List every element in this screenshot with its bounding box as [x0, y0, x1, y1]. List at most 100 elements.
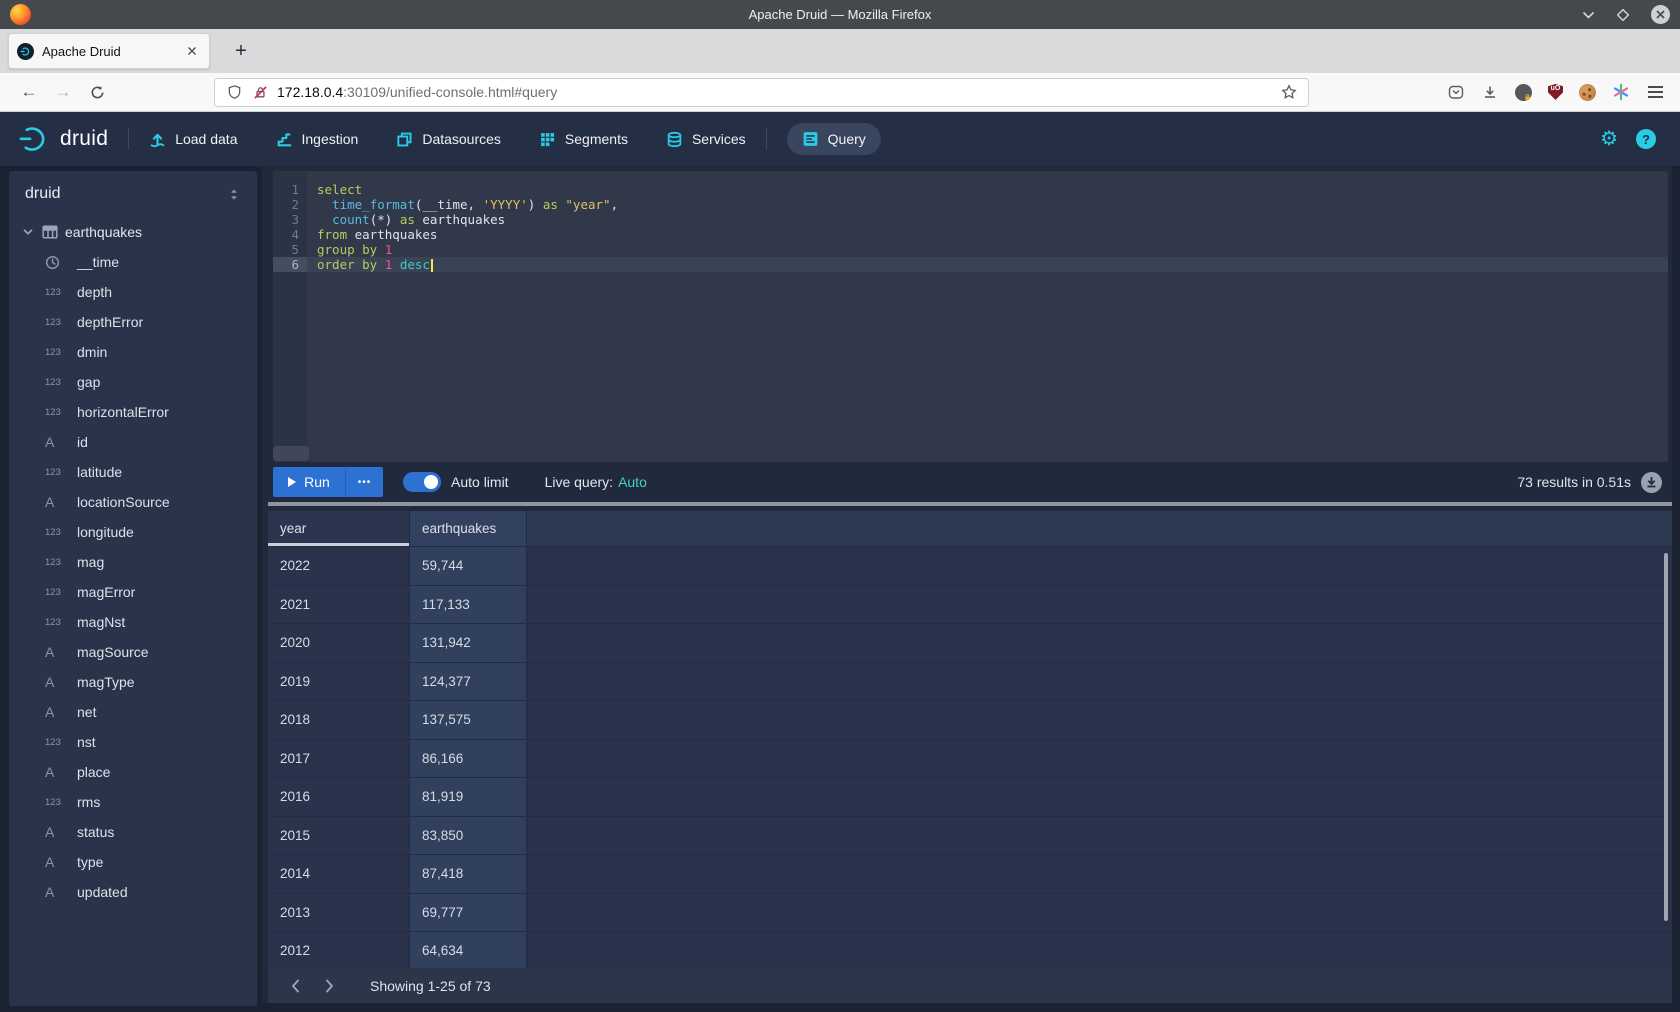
cell-year[interactable]: 2018 [268, 701, 410, 740]
sidebar-column-updated[interactable]: Aupdated [9, 877, 257, 907]
column-header-earthquakes[interactable]: earthquakes [410, 511, 527, 547]
url-bar[interactable]: 172.18.0.4:30109/unified-console.html#qu… [214, 78, 1309, 107]
table-row[interactable]: 2019124,377 [268, 663, 1672, 702]
cell-year[interactable]: 2020 [268, 624, 410, 663]
cell-year[interactable]: 2016 [268, 778, 410, 817]
extension-ublock-icon[interactable]: uO [1548, 84, 1563, 100]
sort-carets-icon[interactable] [227, 187, 241, 202]
nav-load-data[interactable]: Load data [149, 131, 237, 148]
table-row[interactable]: 2020131,942 [268, 624, 1672, 663]
cell-earthquakes[interactable]: 64,634 [410, 932, 527, 968]
results-splitter[interactable] [268, 502, 1672, 506]
cell-earthquakes[interactable]: 131,942 [410, 624, 527, 663]
tracking-shield-icon[interactable] [225, 83, 243, 101]
next-page-icon[interactable] [312, 968, 346, 1003]
nav-query-active[interactable]: Query [787, 123, 881, 155]
cell-earthquakes[interactable]: 59,744 [410, 547, 527, 586]
nav-segments[interactable]: Segments [539, 131, 628, 148]
minimize-button[interactable] [1582, 11, 1595, 19]
sidebar-column-mag[interactable]: 123mag [9, 547, 257, 577]
schema-selector[interactable]: druid [9, 171, 257, 217]
sidebar-table-earthquakes[interactable]: earthquakes [9, 217, 257, 247]
run-more-button[interactable]: ••• [345, 467, 383, 497]
tab-close-icon[interactable] [183, 44, 201, 58]
cell-year[interactable]: 2015 [268, 817, 410, 856]
sidebar-column-depth[interactable]: 123depth [9, 277, 257, 307]
sidebar-column-longitude[interactable]: 123longitude [9, 517, 257, 547]
cell-earthquakes[interactable]: 124,377 [410, 663, 527, 702]
editor-scrollbar-thumb[interactable] [273, 446, 309, 461]
druid-brand[interactable]: druid [18, 126, 108, 152]
table-row[interactable]: 201369,777 [268, 894, 1672, 933]
cell-year[interactable]: 2022 [268, 547, 410, 586]
new-tab-button[interactable]: + [226, 36, 256, 66]
cell-earthquakes[interactable]: 87,418 [410, 855, 527, 894]
sidebar-column-nst[interactable]: 123nst [9, 727, 257, 757]
sidebar-column-magError[interactable]: 123magError [9, 577, 257, 607]
sidebar-column-id[interactable]: Aid [9, 427, 257, 457]
extension-cookie-icon[interactable] [1579, 84, 1596, 101]
prev-page-icon[interactable] [278, 968, 312, 1003]
sidebar-column-dmin[interactable]: 123dmin [9, 337, 257, 367]
browser-tab[interactable]: Apache Druid [8, 33, 210, 69]
column-header-year[interactable]: year [268, 511, 410, 547]
cell-earthquakes[interactable]: 86,166 [410, 740, 527, 779]
cell-year[interactable]: 2013 [268, 894, 410, 933]
cell-year[interactable]: 2012 [268, 932, 410, 968]
help-icon[interactable]: ? [1636, 129, 1656, 149]
cell-year[interactable]: 2019 [268, 663, 410, 702]
chevron-down-icon[interactable] [21, 225, 35, 239]
cell-earthquakes[interactable]: 117,133 [410, 586, 527, 625]
sidebar-column-magType[interactable]: AmagType [9, 667, 257, 697]
table-row[interactable]: 2021117,133 [268, 586, 1672, 625]
sql-editor[interactable]: 123456 select time_format(__time, 'YYYY'… [273, 171, 1668, 462]
back-icon[interactable]: ← [14, 77, 44, 107]
nav-services[interactable]: Services [666, 131, 746, 148]
sidebar-column-type[interactable]: Atype [9, 847, 257, 877]
sidebar-column-status[interactable]: Astatus [9, 817, 257, 847]
nav-ingestion[interactable]: Ingestion [276, 131, 359, 148]
bookmark-star-icon[interactable] [1280, 83, 1298, 101]
sidebar-column-rms[interactable]: 123rms [9, 787, 257, 817]
reload-icon[interactable] [82, 77, 112, 107]
cell-earthquakes[interactable]: 81,919 [410, 778, 527, 817]
cell-earthquakes[interactable]: 137,575 [410, 701, 527, 740]
live-query-value[interactable]: Auto [618, 474, 647, 490]
cell-year[interactable]: 2014 [268, 855, 410, 894]
cell-year[interactable]: 2021 [268, 586, 410, 625]
sidebar-column-magNst[interactable]: 123magNst [9, 607, 257, 637]
cell-earthquakes[interactable]: 83,850 [410, 817, 527, 856]
cell-year[interactable]: 2017 [268, 740, 410, 779]
table-row[interactable]: 201681,919 [268, 778, 1672, 817]
run-button[interactable]: Run [273, 467, 345, 497]
table-row[interactable]: 201583,850 [268, 817, 1672, 856]
close-button[interactable] [1651, 5, 1670, 24]
table-row[interactable]: 2018137,575 [268, 701, 1672, 740]
extension-asterisk-icon[interactable] [1612, 83, 1630, 101]
auto-limit-toggle[interactable] [403, 472, 441, 492]
pocket-icon[interactable] [1447, 83, 1465, 101]
maximize-button[interactable] [1617, 9, 1629, 21]
table-row[interactable]: 201264,634 [268, 932, 1672, 968]
nav-datasources[interactable]: Datasources [396, 131, 501, 148]
sidebar-column-__time[interactable]: __time [9, 247, 257, 277]
downloads-icon[interactable] [1481, 83, 1499, 101]
forward-icon[interactable]: → [48, 77, 78, 107]
editor-code[interactable]: select time_format(__time, 'YYYY') as "y… [307, 171, 1668, 462]
sidebar-column-magSource[interactable]: AmagSource [9, 637, 257, 667]
sidebar-column-latitude[interactable]: 123latitude [9, 457, 257, 487]
sidebar-column-locationSource[interactable]: AlocationSource [9, 487, 257, 517]
sidebar-column-depthError[interactable]: 123depthError [9, 307, 257, 337]
table-row[interactable]: 202259,744 [268, 547, 1672, 586]
download-results-icon[interactable] [1641, 472, 1662, 493]
insecure-lock-icon[interactable] [251, 83, 269, 101]
table-row[interactable]: 201487,418 [268, 855, 1672, 894]
hamburger-menu-icon[interactable] [1646, 83, 1664, 101]
results-scrollbar-thumb[interactable] [1664, 553, 1668, 921]
table-row[interactable]: 201786,166 [268, 740, 1672, 779]
cell-earthquakes[interactable]: 69,777 [410, 894, 527, 933]
sidebar-column-place[interactable]: Aplace [9, 757, 257, 787]
sidebar-column-net[interactable]: Anet [9, 697, 257, 727]
sidebar-column-gap[interactable]: 123gap [9, 367, 257, 397]
settings-gear-icon[interactable]: ⚙ [1600, 129, 1618, 149]
